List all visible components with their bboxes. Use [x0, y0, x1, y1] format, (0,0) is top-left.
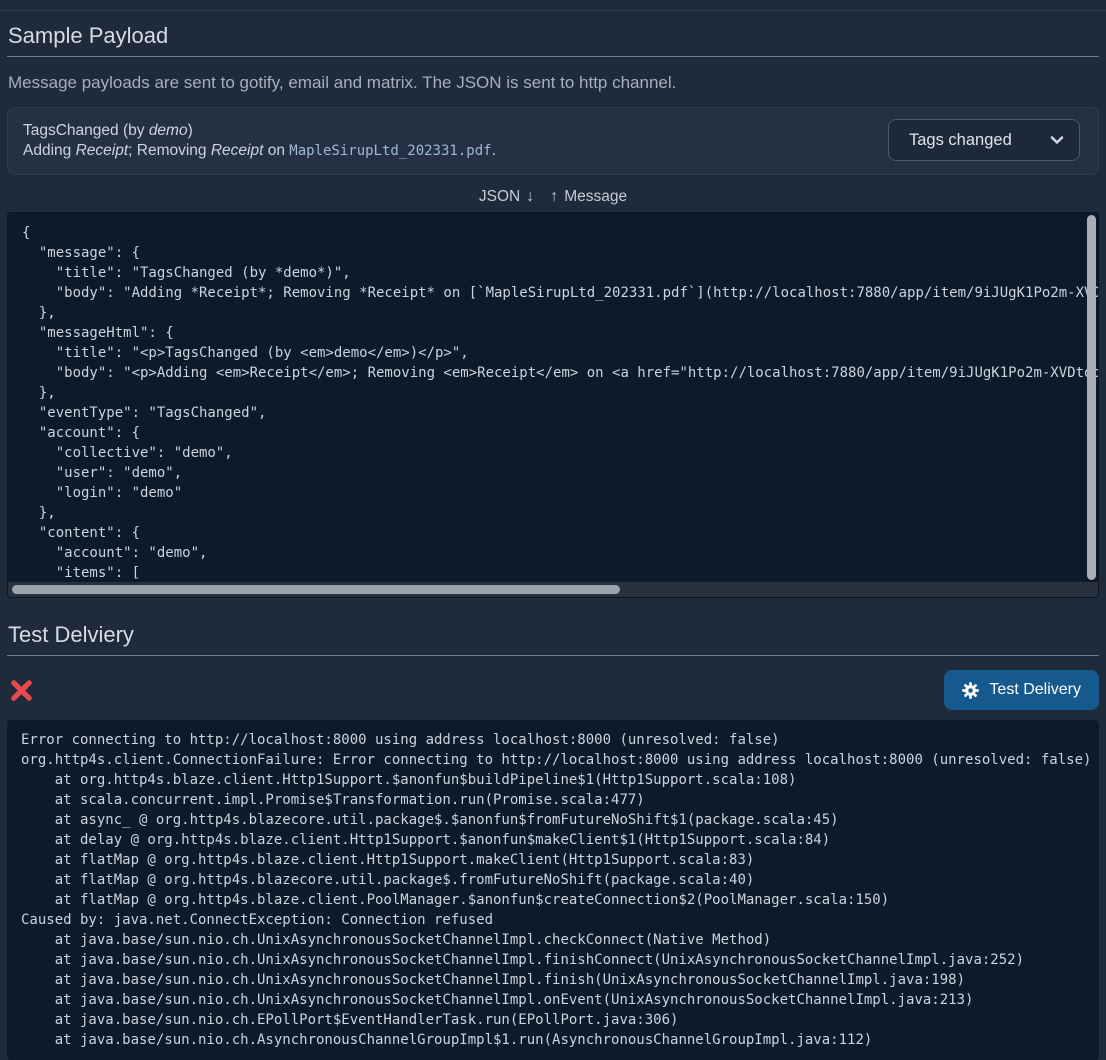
chevron-down-icon [1050, 135, 1064, 145]
event-tag-added: Receipt [76, 142, 129, 159]
item-file-link[interactable]: MapleSirupLtd_202331.pdf [289, 143, 491, 159]
arrow-up-icon: ↑ [550, 188, 558, 206]
json-toggle-label: JSON [479, 188, 520, 206]
sample-payload-description: Message payloads are sent to gotify, ema… [8, 73, 1099, 93]
page-content: Sample Payload Message payloads are sent… [0, 23, 1106, 1060]
horizontal-scrollbar[interactable] [12, 585, 620, 594]
payload-view-toggle: JSON ↓ ↑ Message [7, 188, 1099, 206]
event-title-prefix: TagsChanged (by [23, 122, 149, 139]
event-tag-removed: Receipt [211, 142, 264, 159]
payload-json-block[interactable]: { "message": { "title": "TagsChanged (by… [8, 213, 1098, 593]
sample-payload-title: Sample Payload [7, 23, 1099, 57]
test-delivery-button[interactable]: Test Delivery [944, 670, 1099, 710]
event-body-text: . [492, 142, 496, 159]
arrow-down-icon: ↓ [526, 188, 534, 206]
payload-json-panel: { "message": { "title": "TagsChanged (by… [7, 212, 1099, 598]
event-title-suffix: ) [188, 122, 193, 139]
event-title: TagsChanged (by demo) [23, 121, 878, 141]
event-sample-card: TagsChanged (by demo) Adding Receipt; Re… [7, 107, 1099, 175]
event-body-text: ; Removing [128, 142, 211, 159]
event-title-user: demo [149, 122, 188, 139]
event-body-text: Adding [23, 142, 76, 159]
test-delivery-action-row: Test Delivery [7, 670, 1099, 710]
top-divider [0, 10, 1106, 11]
test-delivery-button-label: Test Delivery [989, 681, 1081, 699]
event-body-text: on [263, 142, 289, 159]
vertical-scrollbar[interactable] [1087, 215, 1096, 580]
delivery-failed-cross-icon [9, 678, 34, 703]
event-body: Adding Receipt; Removing Receipt on Mapl… [23, 141, 878, 161]
message-toggle-label: Message [564, 188, 627, 206]
delivery-error-log[interactable]: Error connecting to http://localhost:800… [7, 720, 1099, 1060]
event-type-dropdown-value: Tags changed [909, 131, 1012, 150]
gear-icon [962, 682, 979, 699]
test-delivery-title: Test Delviery [7, 622, 1099, 656]
event-type-dropdown[interactable]: Tags changed [888, 119, 1080, 161]
json-toggle-link[interactable]: JSON ↓ [479, 188, 534, 206]
message-toggle-link[interactable]: ↑ Message [550, 188, 627, 206]
delivery-error-panel: Error connecting to http://localhost:800… [7, 720, 1099, 1060]
